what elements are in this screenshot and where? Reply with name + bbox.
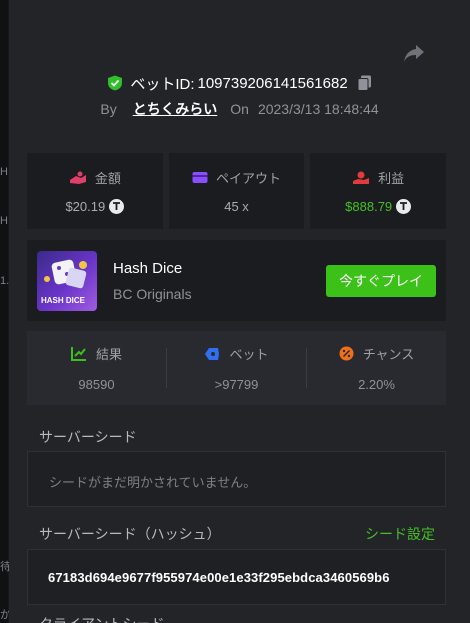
shield-check-icon (108, 75, 123, 91)
stat-payout-value: 45 x (224, 199, 249, 214)
share-icon[interactable] (402, 42, 426, 64)
server-seed-hash-label: サーバーシード（ハッシュ） (39, 526, 221, 542)
stat-amount-label: 金額 (94, 171, 121, 186)
bet-meta-row: By とちくみらい On 2023/3/13 18:48:44 (9, 98, 470, 120)
stat-amount-value: $20.19 (65, 199, 106, 214)
stat-profit-label: 利益 (378, 171, 405, 186)
chance-cell: チャンス 2.20% (307, 344, 446, 392)
background-text: H (0, 166, 8, 178)
client-seed-label: クライアントシード (39, 614, 164, 623)
copy-icon[interactable] (357, 75, 372, 91)
bet-label: ベット (229, 347, 269, 362)
stat-payout: ペイアウト 45 x (168, 153, 305, 229)
bet-stats: 金額 $20.19 ペイアウト 45 x 利益 $888.79 (27, 153, 447, 229)
seed-settings-link[interactable]: シード設定 (365, 524, 435, 544)
game-card: HASH DICE Hash Dice BC Originals 今すぐプレイ (27, 240, 446, 321)
user-link[interactable]: とちくみらい (133, 99, 218, 119)
stat-profit-value: $888.79 (345, 199, 393, 214)
on-label: On (230, 101, 249, 117)
play-now-button[interactable]: 今すぐプレイ (326, 265, 436, 297)
result-label: 結果 (95, 347, 122, 362)
result-cell: 結果 98590 (27, 344, 166, 392)
result-value: 98590 (78, 377, 115, 392)
background-text: H (0, 215, 8, 227)
server-seed-label: サーバーシード (39, 429, 137, 445)
tether-icon (109, 199, 125, 214)
bet-id-label: ベットID: (130, 75, 195, 93)
game-provider: BC Originals (113, 286, 192, 302)
bet-id-value: 109739206141561682 (197, 74, 348, 92)
money-bag-icon (353, 171, 370, 184)
game-name: Hash Dice (113, 260, 183, 277)
bet-detail-modal: ベットID: 109739206141561682 By とちくみらい On 2… (9, 0, 470, 623)
stat-payout-label: ペイアウト (216, 171, 282, 186)
ticket-icon (205, 347, 220, 360)
background-text: 1. (0, 275, 10, 287)
wallet-icon (192, 172, 208, 183)
game-thumbnail-label: HASH DICE (41, 296, 86, 305)
bet-datetime: 2023/3/13 18:48:44 (257, 101, 379, 117)
chart-icon (70, 347, 86, 361)
tether-icon (396, 199, 412, 214)
server-seed-hash-field[interactable]: 67183d694e9677f955974e00e1e33f295ebdca34… (27, 549, 446, 605)
bet-id-row: ベットID: 109739206141561682 (9, 72, 470, 94)
background-page-edge: H H 1. 待 か (0, 0, 11, 623)
chance-label: チャンス (362, 347, 415, 362)
game-thumbnail[interactable]: HASH DICE (37, 251, 97, 311)
coin-hand-icon (69, 171, 86, 184)
bet-value: >97799 (214, 377, 259, 392)
chance-value: 2.20% (358, 377, 395, 392)
server-seed-field: シードがまだ明かされていません。 (27, 451, 446, 507)
stat-profit: 利益 $888.79 (310, 153, 447, 229)
by-label: By (100, 101, 117, 117)
bet-cell: ベット >97799 (167, 344, 306, 392)
bet-result-panel: 結果 98590 ベット >97799 チャンス 2.20% (27, 331, 446, 405)
stat-amount: 金額 $20.19 (27, 153, 163, 229)
percent-icon (339, 346, 354, 361)
